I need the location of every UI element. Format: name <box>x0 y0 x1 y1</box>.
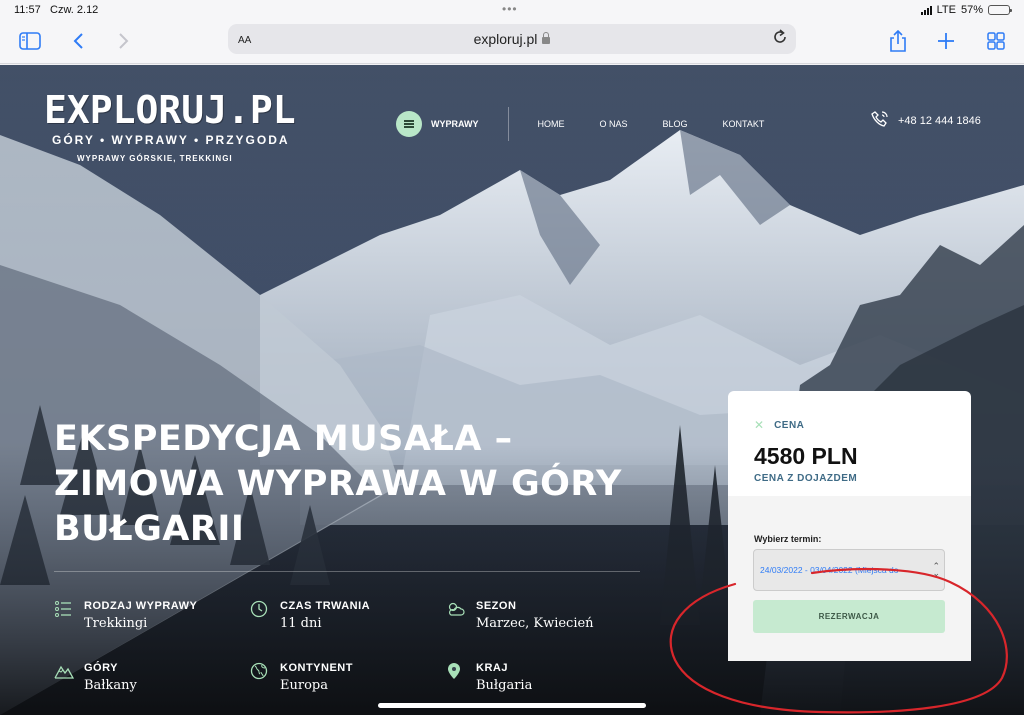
title-line-2: ZIMOWA WYPRAWA W GÓRY <box>54 464 622 504</box>
close-icon[interactable]: ✕ <box>754 418 764 432</box>
price-header: ✕ CENA <box>754 418 804 432</box>
back-icon[interactable] <box>64 28 92 54</box>
menu-icon[interactable] <box>396 111 422 137</box>
site-logo[interactable]: EXPLORUJ.PL GÓRY • WYPRAWY • PRZYGODA WY… <box>44 90 296 163</box>
globe-icon <box>250 662 272 682</box>
page-title: EKSPEDYCJA MUSAŁA – ZIMOWA WYPRAWA W GÓR… <box>54 417 654 552</box>
hero-divider <box>54 571 640 572</box>
fact-label: KONTYNENT <box>280 662 353 674</box>
multitasking-dots-icon[interactable]: ••• <box>502 2 518 16</box>
fact-value: Bułgaria <box>476 678 533 693</box>
status-right: LTE 57% <box>920 4 1012 16</box>
status-time: 11:57 <box>14 4 41 16</box>
nav-wyprawy[interactable]: WYPRAWY <box>431 119 479 129</box>
share-icon[interactable] <box>884 28 912 54</box>
clock-icon <box>250 600 272 620</box>
fact-sezon: SEZON Marzec, Kwiecień <box>446 600 594 631</box>
nav-separator <box>507 107 509 141</box>
phone-icon <box>871 110 889 131</box>
battery-icon <box>988 5 1012 15</box>
status-date: Czw. 2.12 <box>50 4 99 16</box>
phone-number: +48 12 444 1846 <box>898 114 981 127</box>
price-note: CENA Z DOJAZDEM <box>754 473 858 484</box>
url-value: exploruj.pl <box>473 31 538 47</box>
logo-text: EXPLORUJ.PL <box>44 88 296 132</box>
location-pin-icon <box>446 662 468 682</box>
main-nav: WYPRAWY HOME O NAS BLOG KONTAKT <box>396 107 799 141</box>
chevron-updown-icon: ⌃ ⌄ <box>932 561 940 578</box>
fact-gory: GÓRY Bałkany <box>54 662 137 693</box>
sidebar-icon[interactable] <box>16 28 44 54</box>
term-select[interactable]: 24/03/2022 - 03/04/2022 (Miejsca do ⌃ ⌄ <box>753 549 945 591</box>
fact-kontynent: KONTYNENT Europa <box>250 662 353 693</box>
network-type: LTE <box>936 4 956 16</box>
fact-rodzaj: RODZAJ WYPRAWY Trekkingi <box>54 600 197 631</box>
nav-o-nas[interactable]: O NAS <box>600 119 628 129</box>
fact-kraj: KRAJ Bułgaria <box>446 662 532 693</box>
signal-icon <box>920 5 932 15</box>
fact-value: Trekkingi <box>84 616 148 631</box>
tabs-icon[interactable] <box>982 28 1010 54</box>
fact-value: 11 dni <box>280 616 322 631</box>
title-line-3: BUŁGARII <box>54 509 245 549</box>
url-text: exploruj.pl <box>228 31 796 47</box>
price-value: 4580 PLN <box>754 443 858 469</box>
phone-link[interactable]: +48 12 444 1846 <box>871 110 981 131</box>
fact-value: Europa <box>280 678 328 693</box>
fact-value: Bałkany <box>84 678 137 693</box>
price-card: ✕ CENA 4580 PLN CENA Z DOJAZDEM Wybierz … <box>728 391 971 661</box>
price-label: CENA <box>774 419 805 431</box>
fact-label: SEZON <box>476 600 517 612</box>
browser-toolbar: AA exploruj.pl <box>0 20 1024 64</box>
fact-label: CZAS TRWANIA <box>280 600 371 612</box>
booking-form: Wybierz termin: 24/03/2022 - 03/04/2022 … <box>728 496 971 661</box>
logo-tagline: GÓRY • WYPRAWY • PRZYGODA <box>52 133 290 147</box>
lock-icon <box>542 32 551 44</box>
home-indicator[interactable] <box>378 703 646 708</box>
reload-icon[interactable] <box>772 28 788 51</box>
term-label: Wybierz termin: <box>754 534 822 544</box>
logo-subtagline: WYPRAWY GÓRSKIE, TREKKINGI <box>77 154 233 163</box>
weather-icon <box>446 600 468 620</box>
fact-czas: CZAS TRWANIA 11 dni <box>250 600 370 631</box>
fact-label: RODZAJ WYPRAWY <box>84 600 198 612</box>
fact-label: GÓRY <box>84 662 118 674</box>
title-line-1: EKSPEDYCJA MUSAŁA – <box>54 419 513 459</box>
status-bar: 11:57 Czw. 2.12 ••• LTE 57% <box>0 0 1024 20</box>
forward-icon[interactable] <box>110 28 138 54</box>
nav-kontakt[interactable]: KONTAKT <box>723 119 765 129</box>
fact-value: Marzec, Kwiecień <box>476 616 594 631</box>
battery-percent: 57% <box>960 4 983 16</box>
list-icon <box>54 600 76 620</box>
address-bar[interactable]: AA exploruj.pl <box>228 24 796 54</box>
nav-blog[interactable]: BLOG <box>663 119 688 129</box>
nav-home[interactable]: HOME <box>538 119 565 129</box>
plus-icon[interactable] <box>932 28 960 54</box>
mountain-icon <box>54 662 76 682</box>
reserve-button[interactable]: REZERWACJA <box>753 600 945 633</box>
fact-label: KRAJ <box>476 662 508 674</box>
term-selected-value: 24/03/2022 - 03/04/2022 (Miejsca do <box>760 565 899 575</box>
